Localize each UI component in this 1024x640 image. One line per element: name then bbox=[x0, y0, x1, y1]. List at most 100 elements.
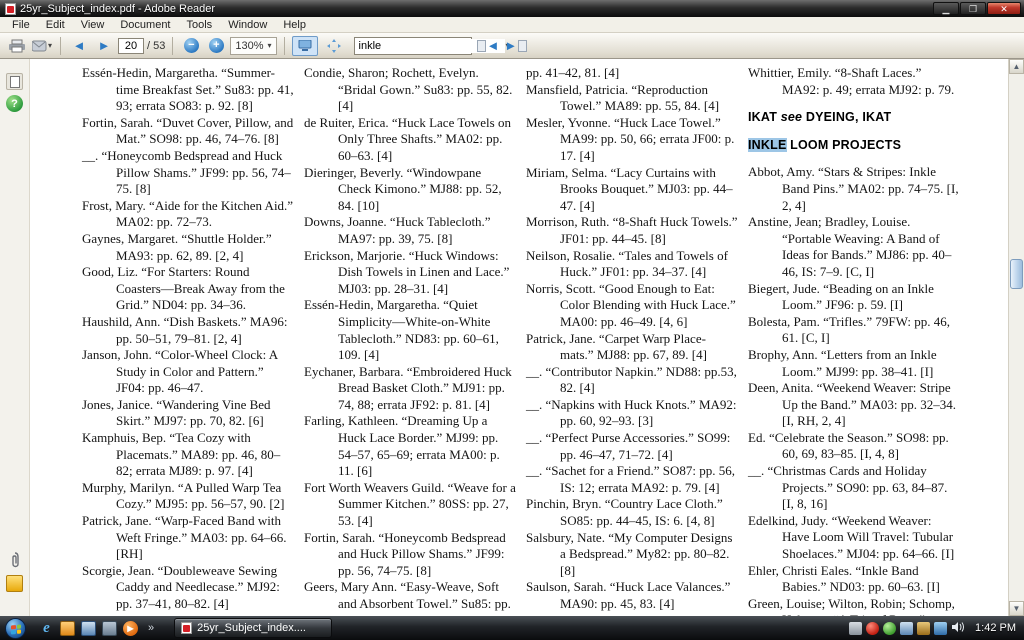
index-entry: __. “Perfect Purse Accessories.” SO99: p… bbox=[526, 430, 731, 462]
toolbar-separator bbox=[172, 36, 174, 55]
quick-launch: e ▶ » bbox=[33, 620, 164, 636]
comments-panel-icon[interactable] bbox=[6, 575, 23, 592]
index-entry: __. “Napkins with Huck Knots.” MA92: pp.… bbox=[526, 396, 737, 429]
zoom-in-button[interactable]: + bbox=[205, 36, 227, 56]
index-entry: Fort Worth Weavers Guild. “Weave for a S… bbox=[304, 479, 516, 529]
index-entry: Abbot, Amy. “Stars & Stripes: Inkle Band… bbox=[748, 164, 959, 213]
arrow-right-icon: ► bbox=[504, 38, 518, 53]
index-entry: Eychaner, Barbara. “Embroidered Huck Bre… bbox=[304, 363, 512, 412]
index-entry: Miriam, Selma. “Lacy Curtains with Brook… bbox=[526, 164, 733, 213]
title-bar: 25yr_Subject_index.pdf - Adobe Reader ▁ … bbox=[0, 0, 1024, 17]
next-page-button[interactable]: ► bbox=[93, 36, 115, 56]
index-entry: Condie, Sharon; Rochett, Evelyn. “Bridal… bbox=[304, 65, 513, 114]
tray-antivirus-icon[interactable] bbox=[883, 621, 897, 635]
plus-icon: + bbox=[208, 38, 224, 53]
tray-security-alert-icon[interactable] bbox=[866, 621, 880, 635]
index-entry: Patrick, Jane. “Carpet Warp Place-mats.”… bbox=[526, 330, 707, 363]
pages-panel-icon[interactable] bbox=[6, 73, 23, 90]
menu-document[interactable]: Document bbox=[112, 18, 178, 32]
email-button[interactable]: ▾ bbox=[31, 36, 53, 56]
print-button[interactable] bbox=[6, 36, 28, 56]
help-icon[interactable]: ? bbox=[6, 95, 23, 112]
page-total-label: / 53 bbox=[147, 39, 166, 52]
toolbar-separator bbox=[283, 36, 285, 55]
menu-help[interactable]: Help bbox=[275, 18, 314, 32]
menu-edit[interactable]: Edit bbox=[38, 18, 73, 32]
zoom-out-button[interactable]: − bbox=[180, 36, 202, 56]
index-entry: Kamphuis, Bep. “Tea Cozy with Placemats.… bbox=[82, 430, 281, 479]
menu-file[interactable]: File bbox=[4, 18, 38, 32]
index-entry: Farling, Kathleen. “Dreaming Up a Huck L… bbox=[304, 413, 500, 479]
tray-display-icon[interactable] bbox=[900, 621, 914, 635]
menu-tools[interactable]: Tools bbox=[179, 18, 221, 32]
index-entry: __. “Tapestry for a Footstool.” MA88: pp… bbox=[82, 613, 294, 616]
explorer-window-icon[interactable] bbox=[102, 620, 117, 636]
outlook-icon[interactable] bbox=[60, 620, 75, 636]
index-entry: Brophy, Ann. “Letters from an Inkle Loom… bbox=[748, 346, 937, 379]
index-entry: Mesler, Yvonne. “Huck Lace Towel.” MA99:… bbox=[526, 114, 735, 163]
attachments-paperclip-icon[interactable] bbox=[6, 551, 23, 568]
index-entry: Salsbury, Nate. “My Computer Designs a B… bbox=[526, 529, 733, 578]
media-player-icon[interactable]: ▶ bbox=[123, 620, 138, 636]
find-next-button[interactable]: ► bbox=[503, 36, 529, 56]
taskbar-button-pdf[interactable]: 25yr_Subject_index.... bbox=[174, 618, 333, 638]
scrollbar-thumb[interactable] bbox=[1010, 259, 1023, 289]
index-column-1: Essén-Hedin, Margaretha. “Summer-time Br… bbox=[82, 65, 294, 616]
index-entry: Downs, Joanne. “Huck Tablecloth.” MA97: … bbox=[304, 214, 491, 246]
index-column-2: Condie, Sharon; Rochett, Evelyn. “Bridal… bbox=[304, 65, 516, 616]
tray-network-icon[interactable] bbox=[934, 621, 948, 635]
index-entry: __. “Christmas Cards and Holiday Project… bbox=[748, 463, 948, 512]
index-entry: __. “Sachet for a Friend.” SO87: pp. 56,… bbox=[526, 463, 736, 495]
scrolling-page-icon bbox=[298, 39, 312, 51]
arrow-left-icon: ◄ bbox=[486, 38, 500, 53]
index-entry: Good, Liz. “For Starters: Round Coasters… bbox=[82, 264, 285, 313]
tray-app-icon[interactable] bbox=[849, 621, 863, 635]
index-entry: Scorgie, Jean. “Shadow Weave Twill Jacke… bbox=[526, 613, 738, 616]
pdf-file-icon bbox=[181, 622, 193, 634]
index-entry: Biegert, Jude. “Beading on an Inkle Loom… bbox=[748, 280, 934, 313]
index-entry: pp. 41–42, 81. [4] bbox=[526, 65, 620, 80]
arrow-right-icon: ► bbox=[97, 38, 111, 53]
arrow-left-icon: ◄ bbox=[72, 38, 86, 53]
zoom-level-dropdown[interactable]: 130% ▾ bbox=[230, 36, 277, 55]
index-entry: Fortin, Sarah. “Duvet Cover, Pillow, and… bbox=[82, 114, 294, 147]
fit-page-button[interactable] bbox=[321, 36, 347, 56]
index-entry: Edelkind, Judy. “Weekend Weaver: Have Lo… bbox=[748, 512, 955, 562]
menu-view[interactable]: View bbox=[73, 18, 113, 32]
index-entry: de Ruiter, Erica. “Huck Lace Towels on O… bbox=[304, 114, 511, 163]
quick-launch-overflow-chevron[interactable]: » bbox=[144, 622, 158, 634]
index-entry: Saulson, Sarah. “Huck Lace Valances.” MA… bbox=[526, 579, 731, 611]
navigation-panel-strip: ? bbox=[0, 59, 30, 616]
index-entry: Neilson, Rosalie. “Tales and Towels of H… bbox=[526, 247, 728, 280]
scrolling-mode-button[interactable] bbox=[291, 35, 318, 56]
index-entry: Jones, Janice. “Wandering Vine Bed Skirt… bbox=[82, 396, 271, 429]
scroll-up-arrow[interactable]: ▲ bbox=[1009, 59, 1024, 74]
index-entry: Erickson, Marjorie. “Huck Windows: Dish … bbox=[304, 247, 510, 296]
menu-window[interactable]: Window bbox=[220, 18, 275, 32]
minimize-button[interactable]: ▁ bbox=[933, 2, 959, 15]
show-desktop-icon[interactable] bbox=[81, 620, 96, 636]
index-entry: Scorgie, Jean. “Doubleweave Sewing Caddy… bbox=[82, 562, 280, 611]
page-number-input[interactable] bbox=[118, 37, 145, 54]
index-entry: Dieringer, Beverly. “Windowpane Check Ki… bbox=[304, 164, 502, 213]
scroll-down-arrow[interactable]: ▼ bbox=[1009, 601, 1024, 616]
tray-update-icon[interactable] bbox=[917, 621, 931, 635]
chevron-down-icon: ▾ bbox=[267, 41, 272, 50]
document-area: ? Essén-Hedin, Margaretha. “Summer-time … bbox=[0, 59, 1024, 616]
find-previous-button[interactable]: ◄ bbox=[475, 36, 501, 56]
close-button[interactable]: ✕ bbox=[987, 2, 1021, 15]
page-sheet-icon bbox=[518, 39, 528, 52]
index-entry: Deen, Anita. “Weekend Weaver: Stripe Up … bbox=[748, 380, 957, 429]
taskbar-button-label: 25yr_Subject_index.... bbox=[197, 622, 306, 634]
vertical-scrollbar[interactable]: ▲ ▼ bbox=[1008, 59, 1024, 616]
internet-explorer-icon[interactable]: e bbox=[39, 620, 54, 636]
start-button[interactable] bbox=[5, 617, 26, 639]
tray-volume-icon[interactable] bbox=[951, 621, 965, 636]
index-entry: Morrison, Ruth. “8-Shaft Huck Towels.” J… bbox=[526, 214, 738, 246]
clock[interactable]: 1:42 PM bbox=[975, 622, 1016, 634]
maximize-button[interactable]: ❐ bbox=[960, 2, 986, 15]
index-entry: Essén-Hedin, Margaretha. “Summer-time Br… bbox=[82, 65, 294, 114]
index-entry: Geers, Mary Ann. “Easy-Weave, Soft and A… bbox=[304, 579, 511, 616]
index-entry: Gaynes, Margaret. “Shuttle Holder.” MA93… bbox=[82, 230, 272, 263]
previous-page-button[interactable]: ◄ bbox=[68, 36, 90, 56]
